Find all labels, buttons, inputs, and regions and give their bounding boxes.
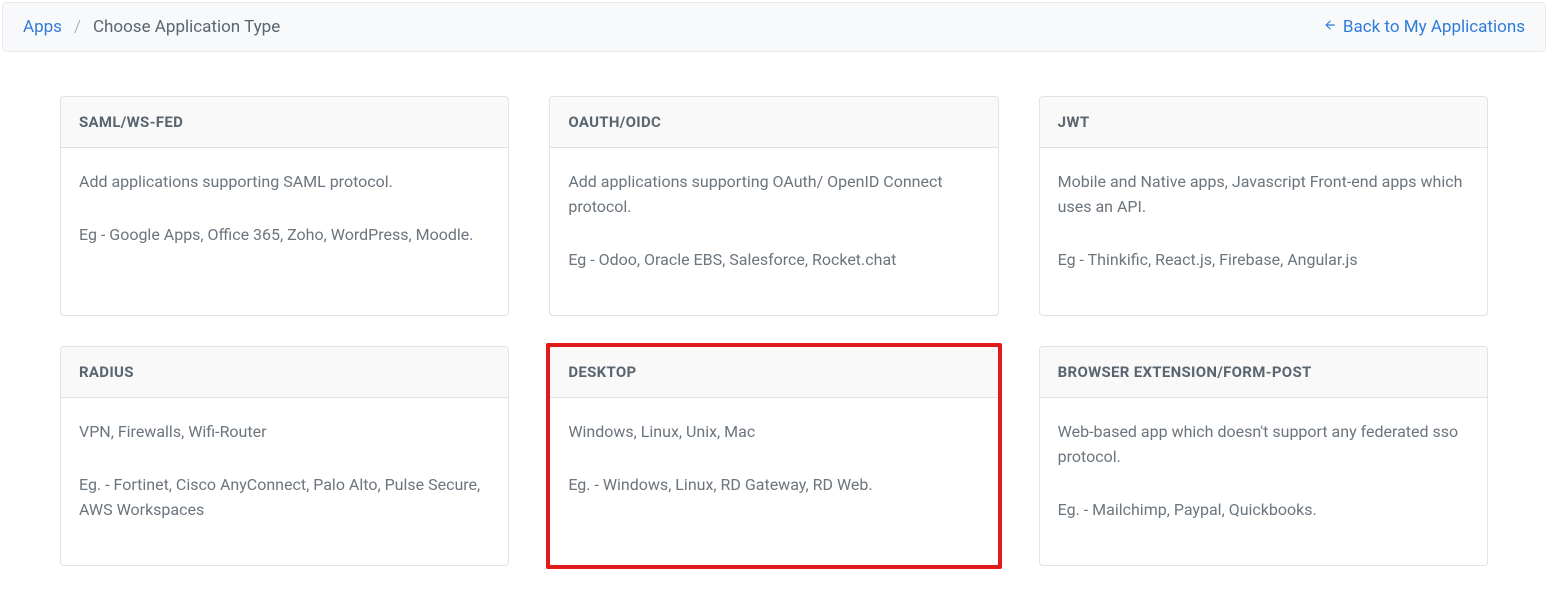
breadcrumb-root[interactable]: Apps (23, 17, 62, 37)
card-example: Eg. - Fortinet, Cisco AnyConnect, Palo A… (79, 473, 490, 523)
card-title: OAUTH/OIDC (550, 97, 997, 148)
card-example: Eg - Google Apps, Office 365, Zoho, Word… (79, 223, 490, 248)
card-oauth-oidc[interactable]: OAUTH/OIDC Add applications supporting O… (549, 96, 998, 316)
card-saml-ws-fed[interactable]: SAML/WS-FED Add applications supporting … (60, 96, 509, 316)
back-link-label: Back to My Applications (1343, 17, 1525, 37)
app-type-grid: SAML/WS-FED Add applications supporting … (60, 96, 1488, 566)
card-body: Web-based app which doesn't support any … (1040, 398, 1487, 542)
card-example: Eg - Thinkific, React.js, Firebase, Angu… (1058, 248, 1469, 273)
card-title: JWT (1040, 97, 1487, 148)
breadcrumb-current: Choose Application Type (93, 17, 280, 37)
breadcrumb: Apps / Choose Application Type (23, 17, 280, 37)
card-description: Windows, Linux, Unix, Mac (568, 420, 979, 445)
card-description: Web-based app which doesn't support any … (1058, 420, 1469, 470)
card-example: Eg - Odoo, Oracle EBS, Salesforce, Rocke… (568, 248, 979, 273)
card-description: Add applications supporting OAuth/ OpenI… (568, 170, 979, 220)
card-title: RADIUS (61, 347, 508, 398)
card-body: Add applications supporting OAuth/ OpenI… (550, 148, 997, 292)
card-title: BROWSER EXTENSION/FORM-POST (1040, 347, 1487, 398)
card-example: Eg. - Mailchimp, Paypal, Quickbooks. (1058, 498, 1469, 523)
content-area: SAML/WS-FED Add applications supporting … (0, 52, 1548, 576)
topbar: Apps / Choose Application Type Back to M… (2, 2, 1546, 52)
card-body: Windows, Linux, Unix, Mac Eg. - Windows,… (550, 398, 997, 518)
card-body: VPN, Firewalls, Wifi-Router Eg. - Fortin… (61, 398, 508, 542)
card-radius[interactable]: RADIUS VPN, Firewalls, Wifi-Router Eg. -… (60, 346, 509, 566)
arrow-left-icon (1323, 17, 1337, 37)
card-desktop[interactable]: DESKTOP Windows, Linux, Unix, Mac Eg. - … (549, 346, 998, 566)
back-to-applications-link[interactable]: Back to My Applications (1323, 17, 1525, 37)
breadcrumb-separator: / (74, 17, 81, 37)
card-browser-extension[interactable]: BROWSER EXTENSION/FORM-POST Web-based ap… (1039, 346, 1488, 566)
card-title: DESKTOP (550, 347, 997, 398)
card-example: Eg. - Windows, Linux, RD Gateway, RD Web… (568, 473, 979, 498)
card-description: Mobile and Native apps, Javascript Front… (1058, 170, 1469, 220)
card-body: Add applications supporting SAML protoco… (61, 148, 508, 268)
card-title: SAML/WS-FED (61, 97, 508, 148)
card-description: VPN, Firewalls, Wifi-Router (79, 420, 490, 445)
card-jwt[interactable]: JWT Mobile and Native apps, Javascript F… (1039, 96, 1488, 316)
card-body: Mobile and Native apps, Javascript Front… (1040, 148, 1487, 292)
card-description: Add applications supporting SAML protoco… (79, 170, 490, 195)
